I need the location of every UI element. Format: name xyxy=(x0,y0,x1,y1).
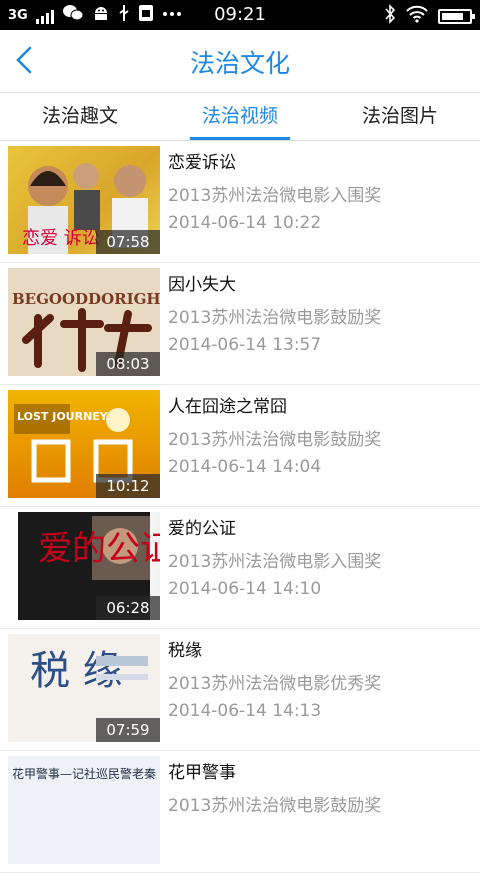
video-thumbnail[interactable]: LOST JOURNEY 10:12 xyxy=(8,390,160,498)
video-item[interactable]: 恋爱 诉讼 07:58 恋爱诉讼 2013苏州法治微电影入围奖 2014-06-… xyxy=(0,141,480,263)
video-title: 爱的公证 xyxy=(168,519,236,539)
video-item[interactable]: 爱的公证 06:28 爱的公证 2013苏州法治微电影入围奖 2014-06-1… xyxy=(0,507,480,629)
video-duration: 08:03 xyxy=(96,352,160,376)
video-title: 恋爱诉讼 xyxy=(168,153,236,173)
video-award: 2013苏州法治微电影优秀奖 xyxy=(168,674,382,694)
video-duration: 10:12 xyxy=(96,474,160,498)
video-thumbnail[interactable]: BEGOODDORIGHT 08:03 xyxy=(8,268,160,376)
thumbnail-text: LOST JOURNEY xyxy=(17,410,109,423)
video-duration: 06:28 xyxy=(96,596,160,620)
video-award: 2013苏州法治微电影入围奖 xyxy=(168,186,382,206)
video-title: 税缘 xyxy=(168,641,202,661)
video-duration: 07:58 xyxy=(96,230,160,254)
thumbnail-text: BEGOODDORIGHT xyxy=(12,290,160,308)
video-thumbnail[interactable]: 税 缘 07:59 xyxy=(8,634,160,742)
status-bar: 3G 09:21 xyxy=(0,0,480,30)
wifi-icon xyxy=(406,5,428,28)
video-date: 2014-06-14 14:04 xyxy=(168,457,322,477)
video-duration: 07:59 xyxy=(96,718,160,742)
video-title: 人在囧途之常囧 xyxy=(168,397,287,417)
title-bar: 法治文化 xyxy=(0,30,480,93)
video-date: 2014-06-14 14:13 xyxy=(168,701,322,721)
video-item[interactable]: LOST JOURNEY 10:12 人在囧途之常囧 2013苏州法治微电影鼓励… xyxy=(0,385,480,507)
video-thumbnail[interactable]: 花甲警事—记社巡民警老秦 xyxy=(8,756,160,864)
video-title: 花甲警事 xyxy=(168,763,236,783)
video-item[interactable]: 税 缘 07:59 税缘 2013苏州法治微电影优秀奖 2014-06-14 1… xyxy=(0,629,480,751)
thumbnail-text: 恋爱 诉讼 xyxy=(22,227,100,249)
tab-videos[interactable]: 法治视频 xyxy=(160,93,320,140)
bluetooth-icon xyxy=(384,4,396,29)
tab-fun-articles[interactable]: 法治趣文 xyxy=(0,93,160,140)
poster-art: 花甲警事—记社巡民警老秦 xyxy=(12,766,156,781)
tab-bar: 法治趣文 法治视频 法治图片 xyxy=(0,93,480,141)
video-date: 2014-06-14 10:22 xyxy=(168,213,322,233)
thumbnail-text: 花甲警事—记社巡民警老秦 xyxy=(12,766,156,781)
page-title: 法治文化 xyxy=(189,49,290,78)
video-title: 因小失大 xyxy=(168,275,236,295)
video-item[interactable]: 花甲警事—记社巡民警老秦 花甲警事 2013苏州法治微电影鼓励奖 xyxy=(0,751,480,873)
tab-pictures[interactable]: 法治图片 xyxy=(320,93,480,140)
thumbnail-text: 爱的公证 xyxy=(38,529,160,569)
status-right xyxy=(384,4,475,29)
video-award: 2013苏州法治微电影入围奖 xyxy=(168,552,382,572)
video-thumbnail[interactable]: 爱的公证 06:28 xyxy=(8,512,160,620)
video-date: 2014-06-14 13:57 xyxy=(168,335,322,355)
video-award: 2013苏州法治微电影鼓励奖 xyxy=(168,430,382,450)
video-item[interactable]: BEGOODDORIGHT 08:03 因小失大 2013苏州法治微电影鼓励奖 … xyxy=(0,263,480,385)
video-thumbnail[interactable]: 恋爱 诉讼 07:58 xyxy=(8,146,160,254)
video-date: 2014-06-14 14:10 xyxy=(168,579,322,599)
video-award: 2013苏州法治微电影鼓励奖 xyxy=(168,796,382,816)
thumbnail-text: 税 缘 xyxy=(30,648,123,694)
video-list: 恋爱 诉讼 07:58 恋爱诉讼 2013苏州法治微电影入围奖 2014-06-… xyxy=(0,141,480,873)
video-award: 2013苏州法治微电影鼓励奖 xyxy=(168,308,382,328)
battery-icon xyxy=(438,9,475,24)
